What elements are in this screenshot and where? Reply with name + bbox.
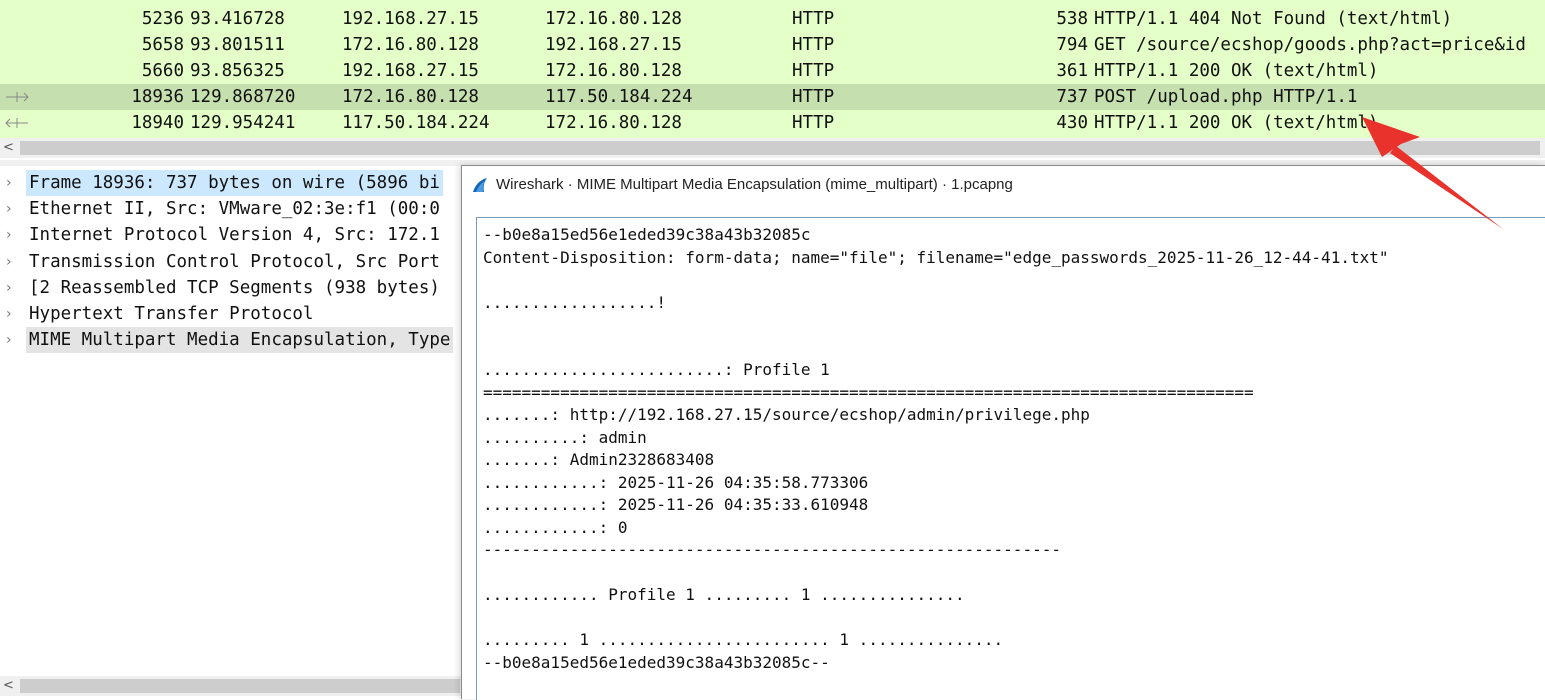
- packet-row[interactable]: 5236 93.416728 192.168.27.15 172.16.80.128 H…: [0, 6, 1545, 32]
- packet-src: 172.16.80.128: [342, 35, 479, 55]
- payload-line: [483, 607, 1388, 630]
- packet-no: 5660: [141, 61, 184, 81]
- tree-item-label: MIME Multipart Media Encapsulation, Type: [26, 327, 454, 354]
- packet-time: 129.868720: [190, 87, 296, 107]
- chevron-right-icon[interactable]: ›: [6, 196, 20, 222]
- packet-time: 129.954241: [190, 113, 296, 133]
- tree-item-label: Transmission Control Protocol, Src Port: [29, 251, 440, 272]
- details-hscrollbar[interactable]: <: [0, 676, 470, 696]
- packet-dst: 172.16.80.128: [545, 61, 682, 81]
- packet-row[interactable]: 18936 129.868720 172.16.80.128 117.50.184.2…: [0, 84, 1545, 110]
- payload-line: [483, 314, 1388, 337]
- packet-info: HTTP/1.1 200 OK (text/html): [1094, 113, 1379, 133]
- payload-line: Content-Disposition: form-data; name="fi…: [483, 247, 1389, 267]
- packet-src: 172.16.80.128: [342, 87, 479, 107]
- packet-time: 93.801511: [190, 35, 285, 55]
- packet-proto: HTTP: [792, 61, 835, 81]
- packet-time: 93.416728: [190, 9, 285, 29]
- chevron-right-icon[interactable]: ›: [6, 249, 20, 275]
- packet-row[interactable]: 5658 93.801511 172.16.80.128 192.168.27.15 H…: [0, 32, 1545, 58]
- packet-list-hscrollbar[interactable]: <: [0, 138, 1545, 158]
- tree-item[interactable]: › Internet Protocol Version 4, Src: 172.1: [0, 222, 470, 248]
- packet-dst: 172.16.80.128: [545, 113, 682, 133]
- request-arrow-icon: [6, 92, 29, 102]
- packet-no: 5236: [141, 9, 184, 29]
- packet-proto: HTTP: [792, 87, 835, 107]
- payload-line: .........................: Profile 1: [483, 360, 830, 379]
- dialog-title: Wireshark · MIME Multipart Media Encapsu…: [496, 176, 1013, 193]
- packet-info: HTTP/1.1 404 Not Found (text/html): [1094, 9, 1453, 29]
- response-arrow-icon: [5, 118, 28, 128]
- packet-no: 18936: [131, 87, 184, 107]
- scroll-left-icon[interactable]: <: [3, 676, 17, 696]
- chevron-right-icon[interactable]: ›: [6, 170, 20, 196]
- scroll-left-icon[interactable]: <: [3, 138, 17, 158]
- payload-line: ..........: admin: [483, 427, 647, 447]
- tree-item[interactable]: › Ethernet II, Src: VMware_02:3e:f1 (00:0: [0, 196, 470, 222]
- packet-no: 18940: [131, 113, 184, 133]
- packet-dst: 192.168.27.15: [545, 35, 682, 55]
- packet-dst: 172.16.80.128: [545, 9, 682, 29]
- chevron-right-icon[interactable]: ›: [6, 301, 20, 327]
- dialog-titlebar[interactable]: Wireshark · MIME Multipart Media Encapsu…: [462, 166, 1545, 204]
- chevron-right-icon[interactable]: ›: [6, 222, 20, 248]
- tree-item[interactable]: › [2 Reassembled TCP Segments (938 bytes): [0, 275, 470, 301]
- wireshark-fin-icon: [473, 178, 487, 192]
- packet-time: 93.856325: [190, 61, 285, 81]
- packet-row[interactable]: 5660 93.856325 192.168.27.15 172.16.80.128 H…: [0, 58, 1545, 84]
- payload-line: ----------------------------------------…: [483, 540, 1061, 559]
- payload-line: [483, 562, 1388, 585]
- tree-item[interactable]: › Frame 18936: 737 bytes on wire (5896 bi: [0, 170, 470, 196]
- tree-item[interactable]: › MIME Multipart Media Encapsulation, Typ…: [0, 327, 470, 354]
- chevron-right-icon[interactable]: ›: [6, 275, 20, 301]
- tree-item-label: [2 Reassembled TCP Segments (938 bytes): [29, 277, 440, 298]
- tree-item-label: Ethernet II, Src: VMware_02:3e:f1 (00:0: [29, 199, 440, 220]
- packet-row[interactable]: 18940 129.954241 117.50.184.224 172.16.80.1…: [0, 110, 1545, 136]
- packet-proto: HTTP: [792, 9, 835, 29]
- packet-src: 192.168.27.15: [342, 61, 479, 81]
- packet-len: 737: [1056, 87, 1088, 107]
- tree-item[interactable]: › Hypertext Transfer Protocol: [0, 301, 470, 327]
- packet-proto: HTTP: [792, 113, 835, 133]
- payload-line: ............: 2025-11-26 04:35:33.610948: [483, 495, 869, 514]
- payload-line: [483, 269, 1388, 292]
- scrollbar-thumb[interactable]: [20, 679, 460, 693]
- payload-line: ......... 1 ........................ 1 .…: [483, 630, 1004, 649]
- packet-len: 430: [1056, 113, 1088, 133]
- packet-dst: 117.50.184.224: [545, 87, 693, 107]
- packet-info: HTTP/1.1 200 OK (text/html): [1094, 61, 1379, 81]
- payload-line: --b0e8a15ed56e1eded39c38a43b32085c: [483, 225, 811, 244]
- payload-line: .......: Admin2328683408: [483, 450, 715, 469]
- packet-proto: HTTP: [792, 35, 835, 55]
- payload-line: ..................!: [483, 292, 667, 312]
- payload-line: ............: 0: [483, 517, 628, 537]
- tree-item-label: Internet Protocol Version 4, Src: 172.1: [29, 225, 440, 246]
- packet-info: GET /source/ecshop/goods.php?act=price&i…: [1094, 35, 1526, 55]
- packet-len: 361: [1056, 61, 1088, 81]
- payload-line: ............ Profile 1 ......... 1 .....…: [483, 585, 965, 604]
- packet-list[interactable]: 5236 93.416728 192.168.27.15 172.16.80.128 H…: [0, 0, 1545, 138]
- mime-multipart-dialog[interactable]: Wireshark · MIME Multipart Media Encapsu…: [461, 165, 1545, 700]
- payload-line: [483, 337, 1388, 360]
- scrollbar-thumb[interactable]: [20, 141, 1540, 155]
- packet-details-tree[interactable]: › Frame 18936: 737 bytes on wire (5896 bi…: [0, 168, 470, 678]
- tree-item[interactable]: › Transmission Control Protocol, Src Port: [0, 249, 470, 275]
- payload-text[interactable]: --b0e8a15ed56e1eded39c38a43b32085c Conten…: [483, 224, 1388, 674]
- payload-line: --b0e8a15ed56e1eded39c38a43b32085c--: [483, 652, 830, 672]
- tree-item-label: Frame 18936: 737 bytes on wire (5896 bi: [26, 170, 443, 196]
- packet-len: 794: [1056, 35, 1088, 55]
- dialog-content-pane[interactable]: --b0e8a15ed56e1eded39c38a43b32085c Conten…: [476, 217, 1545, 700]
- payload-line: ............: 2025-11-26 04:35:58.773306: [483, 472, 869, 492]
- packet-src: 117.50.184.224: [342, 113, 490, 133]
- packet-no: 5658: [141, 35, 184, 55]
- packet-src: 192.168.27.15: [342, 9, 479, 29]
- tree-item-label: Hypertext Transfer Protocol: [29, 304, 314, 324]
- packet-info: POST /upload.php HTTP/1.1: [1094, 87, 1358, 107]
- payload-line: ========================================…: [483, 382, 1254, 402]
- packet-len: 538: [1056, 9, 1088, 29]
- chevron-right-icon[interactable]: ›: [6, 327, 20, 353]
- payload-line: .......: http://192.168.27.15/source/ecs…: [483, 405, 1090, 424]
